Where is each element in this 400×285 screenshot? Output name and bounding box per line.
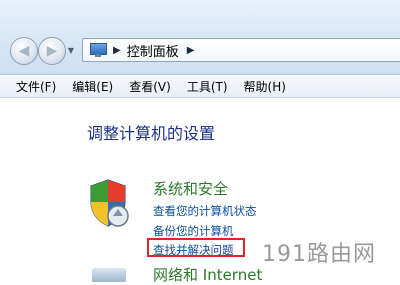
- watermark: 191路由网: [262, 242, 376, 267]
- menu-tools[interactable]: 工具(T): [187, 78, 228, 95]
- back-button[interactable]: ◀: [10, 37, 38, 65]
- navigation-bar: ◀ ▶ ▼ ▶ 控制面板 ▶: [0, 0, 400, 74]
- category-network-internet[interactable]: 网络和 Internet: [153, 264, 262, 285]
- category-system-security[interactable]: 系统和安全: [153, 178, 228, 199]
- breadcrumb-control-panel[interactable]: 控制面板: [127, 41, 179, 60]
- arrow-right-icon: ▶: [46, 43, 58, 59]
- menu-edit[interactable]: 编辑(E): [72, 78, 113, 95]
- forward-button[interactable]: ▶: [38, 37, 66, 65]
- page-title: 调整计算机的设置: [87, 124, 216, 143]
- link-view-computer-status[interactable]: 查看您的计算机状态: [153, 203, 257, 219]
- menu-help[interactable]: 帮助(H): [244, 78, 286, 95]
- breadcrumb-expand-icon[interactable]: ▶: [187, 45, 195, 56]
- highlight-box: [147, 238, 245, 257]
- recent-pages-dropdown[interactable]: ▼: [66, 46, 76, 56]
- shield-icon[interactable]: [87, 178, 129, 228]
- menu-bar: 文件(F) 编辑(E) 查看(V) 工具(T) 帮助(H): [0, 74, 400, 98]
- arrow-left-icon: ◀: [18, 43, 30, 59]
- address-bar[interactable]: ▶ 控制面板 ▶: [82, 38, 400, 62]
- control-panel-icon: [89, 42, 109, 58]
- menu-file[interactable]: 文件(F): [16, 78, 56, 95]
- breadcrumb-separator-icon[interactable]: ▶: [113, 45, 121, 56]
- menu-view[interactable]: 查看(V): [129, 78, 171, 95]
- content-pane: 调整计算机的设置 系统和安全 查看您的计算机状态 备份您的计算机 查找并解决问题…: [0, 98, 400, 284]
- link-backup-computer[interactable]: 备份您的计算机: [153, 223, 234, 239]
